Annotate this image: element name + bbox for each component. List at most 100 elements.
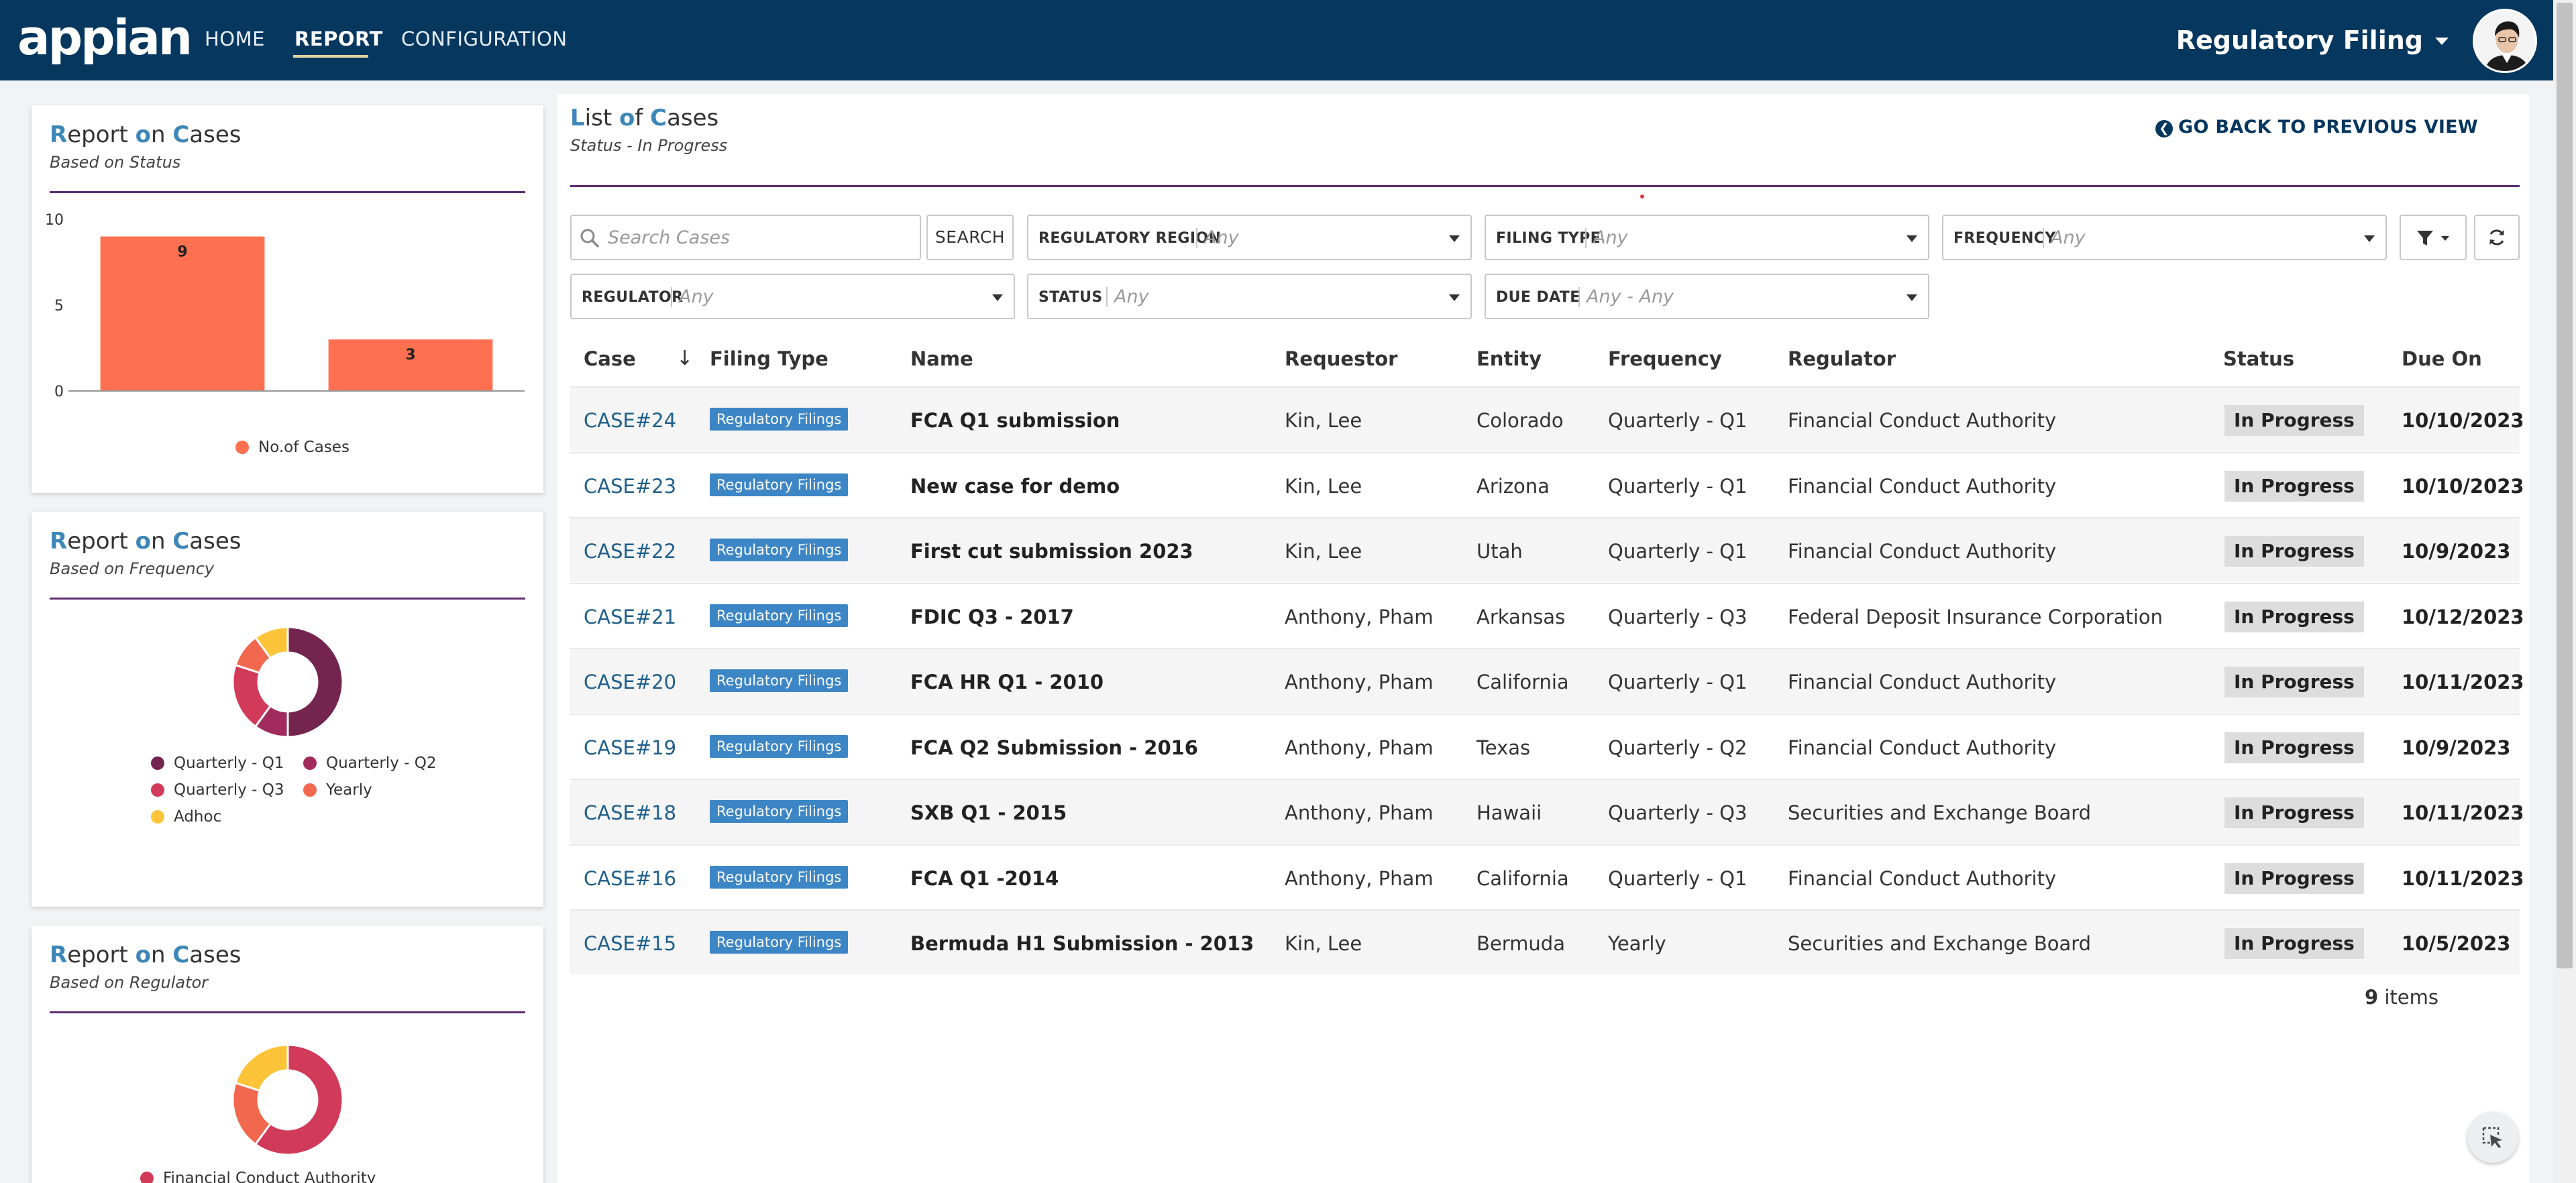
status-badge: In Progress (2224, 405, 2364, 436)
case-list-panel: List of Cases Status - In Progress ❮ GO B… (557, 94, 2529, 1183)
filter-menu-button[interactable] (2400, 215, 2467, 260)
card-divider (50, 1011, 525, 1013)
case-name: New case for demo (910, 474, 1120, 498)
refresh-button[interactable] (2474, 215, 2520, 260)
card-divider (50, 598, 525, 600)
status-bar-chart: 10 5 0 9 In Progress 3 Completed (45, 212, 525, 407)
filing-type-badge: Regulatory Filings (710, 408, 849, 431)
nav-report[interactable]: REPORT (294, 25, 383, 52)
case-name: First cut submission 2023 (910, 540, 1193, 563)
avatar[interactable] (2473, 9, 2537, 73)
table-row[interactable]: CASE#20 Regulatory Filings FCA HR Q1 - 201… (570, 648, 2524, 713)
status-badge: In Progress (2224, 862, 2364, 894)
table-row[interactable]: CASE#19 Regulatory Filings FCA Q2 Submissi… (570, 713, 2520, 779)
data-label: 3 (405, 347, 415, 363)
sort-descending-icon[interactable]: ↓ (676, 346, 693, 372)
inspect-button[interactable] (2467, 1112, 2518, 1163)
status-dropdown[interactable]: STATUS Any (1027, 274, 1472, 319)
case-link[interactable]: CASE#22 (584, 539, 676, 564)
app-switcher[interactable]: Regulatory Filing (2176, 24, 2423, 56)
status-badge: In Progress (2224, 536, 2364, 567)
table-row[interactable]: CASE#21 Regulatory Filings FDIC Q3 - 2017 A… (570, 582, 2524, 648)
nav-home[interactable]: HOME (205, 25, 265, 52)
y-tick-label: 0 (54, 384, 64, 400)
status-badge: In Progress (2224, 667, 2364, 697)
legend-q1: Quarterly - Q1 (151, 753, 284, 773)
frequency: Quarterly - Q3 (1608, 801, 1748, 824)
case-name: FCA HR Q1 - 2010 (910, 671, 1104, 693)
search-input[interactable]: Search Cases (570, 215, 921, 260)
requestor: Anthony, Pham (1285, 671, 1434, 693)
filing-type-badge: Regulatory Filings (710, 800, 849, 823)
loading-indicator (1640, 194, 1644, 199)
filing-type-badge: Regulatory Filings (710, 539, 849, 561)
entity: Arkansas (1477, 605, 1566, 628)
donut-slice (234, 1044, 289, 1092)
case-link[interactable]: CASE#20 (584, 669, 676, 695)
regulator: Securities and Exchange Board (1788, 801, 2092, 824)
due-date: 10/11/2023 (2402, 671, 2524, 693)
case-link[interactable]: CASE#16 (584, 866, 676, 891)
entity: California (1477, 671, 1569, 693)
table-row[interactable]: CASE#22 Regulatory Filings First cut submi… (570, 517, 2520, 582)
chevron-down-icon (1449, 294, 1460, 301)
filing-type-badge: Regulatory Filings (710, 734, 849, 758)
due-date: 10/10/2023 (2402, 474, 2524, 498)
column-header-status[interactable]: Status (2223, 346, 2294, 372)
frequency-dropdown[interactable]: FREQUENCY Any (1942, 215, 2387, 260)
card-subtitle: Based on Frequency (50, 559, 215, 578)
chevron-down-icon (2364, 235, 2375, 242)
case-link[interactable]: CASE#15 (584, 931, 676, 956)
card-title: Report on Cases (50, 121, 241, 148)
refresh-icon (2489, 229, 2504, 245)
column-header-case[interactable]: Case (584, 346, 636, 372)
table-row[interactable]: CASE#16 Regulatory Filings FCA Q1 -2014 Ant… (570, 844, 2524, 909)
report-card-frequency: Report on Cases Based on Frequency Quart… (32, 512, 543, 907)
entity: California (1477, 866, 1569, 890)
case-name: FCA Q1 -2014 (910, 866, 1059, 890)
column-header-requestor[interactable]: Requestor (1285, 346, 1397, 372)
regulator-dropdown[interactable]: REGULATOR Any (570, 274, 1015, 319)
column-header-due-on[interactable]: Due On (2402, 346, 2482, 372)
case-link[interactable]: CASE#24 (584, 408, 676, 433)
requestor: Kin, Lee (1285, 409, 1362, 432)
legend-label: No.of Cases (258, 439, 350, 456)
frequency: Quarterly - Q1 (1608, 540, 1748, 563)
nav-configuration[interactable]: CONFIGURATION (401, 25, 568, 52)
status-badge: In Progress (2224, 928, 2364, 959)
card-title: Report on Cases (50, 528, 241, 555)
entity: Colorado (1477, 409, 1564, 432)
go-back-link[interactable]: ❮ GO BACK TO PREVIOUS VIEW (2155, 115, 2478, 139)
regulator-donut-chart (231, 1044, 344, 1156)
filing-type-badge: Regulatory Filings (710, 865, 849, 889)
column-header-entity[interactable]: Entity (1477, 346, 1542, 372)
table-row[interactable]: CASE#24 Regulatory Filings FCA Q1 submissi… (570, 386, 2524, 451)
donut-slice (286, 626, 344, 738)
search-button[interactable]: SEARCH (926, 215, 1014, 260)
table-row[interactable]: CASE#23 Regulatory Filings New case for de… (570, 451, 2524, 517)
column-header-name[interactable]: Name (910, 346, 973, 372)
data-label: 9 (177, 244, 187, 261)
chevron-down-icon[interactable] (2435, 38, 2449, 45)
frequency: Quarterly - Q2 (1608, 736, 1748, 759)
case-link[interactable]: CASE#23 (584, 473, 676, 499)
case-link[interactable]: CASE#19 (584, 735, 676, 760)
column-header-filing-type[interactable]: Filing Type (710, 346, 828, 372)
due-date-dropdown[interactable]: DUE DATE Any - Any (1485, 274, 1929, 319)
due-date: 10/10/2023 (2402, 409, 2524, 432)
case-link[interactable]: CASE#21 (584, 604, 676, 630)
filing-type-dropdown[interactable]: FILING TYPE Any (1485, 215, 1929, 260)
cursor-select-icon (2482, 1127, 2502, 1148)
column-header-frequency[interactable]: Frequency (1608, 346, 1722, 372)
scrollbar-thumb[interactable] (2557, 3, 2573, 968)
appian-logo[interactable]: appian (17, 11, 193, 64)
case-name: SXB Q1 - 2015 (910, 801, 1067, 824)
case-link[interactable]: CASE#18 (584, 800, 676, 826)
regulatory-region-dropdown[interactable]: REGULATORY REGION Any (1027, 215, 1472, 260)
table-row[interactable]: CASE#15 Regulatory Filings Bermuda H1 Subm… (570, 909, 2520, 974)
requestor: Kin, Lee (1285, 540, 1362, 563)
page-scrollbar[interactable] (2553, 0, 2576, 1183)
entity: Utah (1477, 540, 1523, 563)
table-row[interactable]: CASE#18 Regulatory Filings SXB Q1 - 2015 An… (570, 779, 2524, 844)
column-header-regulator[interactable]: Regulator (1788, 346, 1896, 372)
